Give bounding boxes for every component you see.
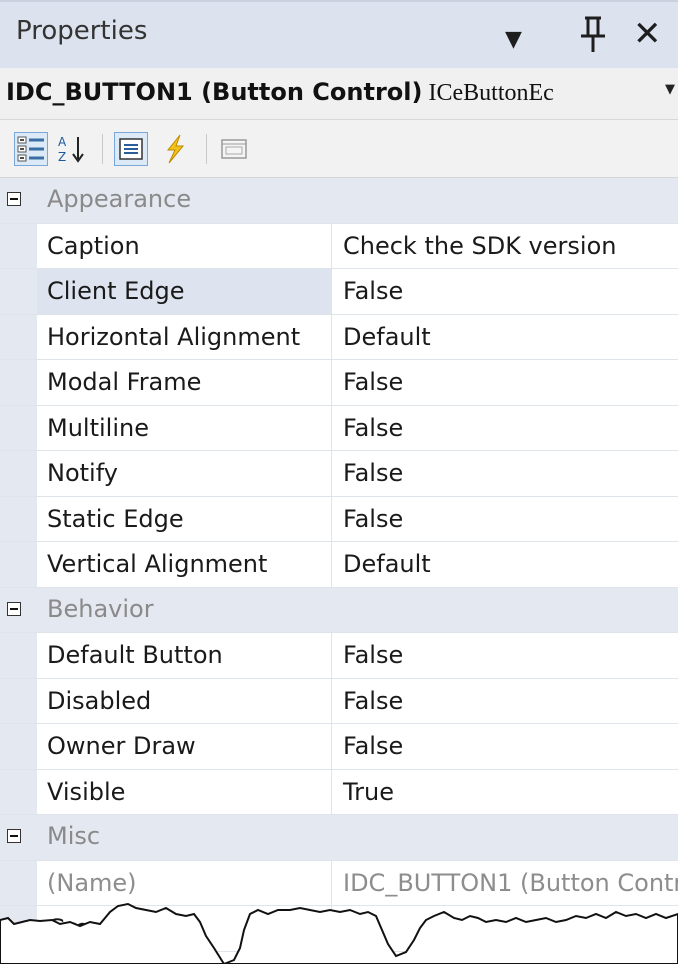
- properties-icon[interactable]: [114, 132, 148, 166]
- pin-icon[interactable]: [579, 10, 607, 67]
- category-label: Misc: [47, 822, 101, 850]
- property-name[interactable]: Disabled: [37, 678, 332, 723]
- property-name[interactable]: Notify: [37, 451, 332, 496]
- category-row-misc[interactable]: Misc: [0, 815, 678, 861]
- property-row[interactable]: Disabled False: [0, 678, 678, 724]
- row-margin: [0, 223, 37, 268]
- property-row[interactable]: Static Edge False: [0, 496, 678, 542]
- collapse-icon[interactable]: [7, 829, 21, 843]
- object-selector[interactable]: IDC_BUTTON1 (Button Control) ICeButtonEc…: [0, 68, 678, 120]
- property-row[interactable]: Multiline False: [0, 405, 678, 451]
- property-value[interactable]: False: [333, 679, 678, 724]
- property-value[interactable]: Default: [333, 542, 678, 587]
- property-row[interactable]: Modal Frame False: [0, 360, 678, 406]
- property-grid: Appearance Caption Check the SDK version Cl…: [0, 178, 678, 952]
- property-name[interactable]: Visible: [37, 769, 332, 814]
- row-margin: [0, 360, 37, 405]
- property-value[interactable]: Default: [333, 315, 678, 360]
- row-margin: [0, 269, 37, 314]
- row-margin: [0, 769, 37, 814]
- row-margin: [0, 633, 37, 678]
- property-value[interactable]: False: [333, 269, 678, 314]
- property-row[interactable]: Owner Draw False: [0, 724, 678, 770]
- row-margin: [0, 405, 37, 450]
- object-type: ICeButtonEc: [422, 80, 554, 106]
- panel-title: Properties: [16, 16, 148, 46]
- category-row-appearance[interactable]: Appearance: [0, 178, 678, 224]
- object-name: IDC_BUTTON1 (Button Control): [6, 78, 423, 106]
- property-name[interactable]: Modal Frame: [37, 360, 332, 405]
- properties-titlebar: Properties ▼ ✕: [0, 0, 678, 68]
- row-margin: [0, 724, 37, 769]
- property-name[interactable]: Default Button: [37, 633, 332, 678]
- row-margin: [0, 860, 37, 905]
- property-name[interactable]: Static Edge: [37, 496, 332, 541]
- categorized-icon[interactable]: [14, 132, 48, 166]
- svg-text:Z: Z: [58, 150, 66, 164]
- property-row[interactable]: Caption Check the SDK version: [0, 223, 678, 269]
- property-value[interactable]: False: [333, 724, 678, 769]
- property-row[interactable]: Visible True: [0, 769, 678, 815]
- svg-text:A: A: [58, 135, 67, 149]
- collapse-icon[interactable]: [7, 192, 21, 206]
- events-icon[interactable]: [158, 132, 192, 166]
- property-value[interactable]: False: [333, 406, 678, 451]
- property-value[interactable]: False: [333, 497, 678, 542]
- property-row[interactable]: Default Button False: [0, 633, 678, 679]
- category-row-behavior[interactable]: Behavior: [0, 587, 678, 633]
- property-name[interactable]: Owner Draw: [37, 724, 332, 769]
- properties-toolbar: A Z: [0, 120, 678, 178]
- row-margin: [0, 314, 37, 359]
- row-margin: [0, 451, 37, 496]
- torn-edge: [0, 902, 678, 964]
- property-value[interactable]: True: [333, 770, 678, 815]
- property-row[interactable]: Client Edge False: [0, 269, 678, 315]
- property-value[interactable]: IDC_BUTTON1 (Button Control): [333, 861, 678, 906]
- property-name[interactable]: Vertical Alignment: [37, 542, 332, 587]
- property-row[interactable]: Vertical Alignment Default: [0, 542, 678, 588]
- collapse-icon[interactable]: [7, 601, 21, 616]
- property-row[interactable]: Notify False: [0, 451, 678, 497]
- row-margin: [0, 496, 37, 541]
- property-value[interactable]: Check the SDK version: [333, 224, 678, 269]
- category-label: Appearance: [47, 185, 192, 213]
- triangle-down-icon[interactable]: ▼: [505, 16, 522, 64]
- property-name[interactable]: (Name): [37, 860, 332, 905]
- property-row[interactable]: Horizontal Alignment Default: [0, 314, 678, 360]
- property-name[interactable]: Horizontal Alignment: [37, 314, 332, 359]
- category-label: Behavior: [47, 594, 154, 623]
- property-pages-icon[interactable]: [218, 132, 252, 166]
- property-name[interactable]: Client Edge: [37, 269, 332, 314]
- property-value[interactable]: False: [333, 451, 678, 496]
- toolbar-separator: [206, 134, 207, 164]
- property-value[interactable]: False: [333, 360, 678, 405]
- row-margin: [0, 542, 37, 587]
- property-value[interactable]: False: [333, 633, 678, 678]
- property-name[interactable]: Multiline: [37, 405, 332, 450]
- close-icon[interactable]: ✕: [633, 10, 662, 58]
- toolbar-separator: [102, 134, 103, 164]
- alphabetical-icon[interactable]: A Z: [56, 132, 90, 166]
- property-name[interactable]: Caption: [37, 223, 332, 268]
- chevron-down-icon[interactable]: ▼: [665, 82, 675, 97]
- row-margin: [0, 678, 37, 723]
